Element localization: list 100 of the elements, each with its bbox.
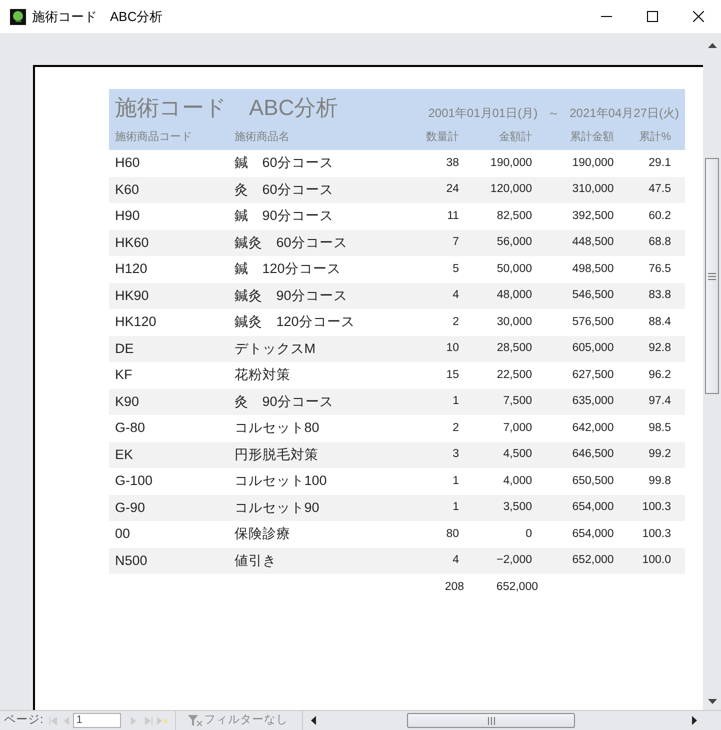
table-cell-text: 190,000 — [489, 156, 532, 171]
table-cell-text: 654,000 — [571, 500, 614, 516]
table-cell-text: 100.0 — [641, 553, 672, 568]
table-cell-text: 576,500 — [571, 314, 614, 330]
table-cell-text: 68.8 — [648, 235, 672, 250]
table-cell-text: 80 — [445, 526, 460, 542]
table-cell-text: 0 — [524, 526, 532, 542]
table-cell-text: 96.2 — [648, 368, 672, 383]
column-header: 施術商品コード — [114, 130, 193, 145]
table-cell-text: 鍼灸 60分コース — [234, 234, 348, 252]
table-cell-text: 1 — [452, 474, 460, 489]
table-cell-text: 鍼灸 90分コース — [234, 286, 348, 305]
table-cell-text: 60.2 — [648, 208, 672, 224]
table-cell-text: 99.8 — [648, 474, 672, 489]
table-cell-text: 2 — [452, 314, 460, 330]
table-cell-text: 48,000 — [496, 288, 532, 304]
scroll-thumb[interactable] — [407, 713, 576, 728]
table-cell-text: 38 — [445, 156, 460, 171]
table-cell-text: 605,000 — [571, 341, 614, 356]
table-cell-text: 97.4 — [648, 394, 672, 410]
table-cell-text: K60 — [114, 180, 140, 199]
table-cell-text: G-80 — [114, 419, 146, 438]
app-icon — [10, 8, 26, 24]
table-cell-text: 646,500 — [571, 447, 614, 462]
total-cell-text: 652,000 — [495, 580, 538, 595]
table-cell-text: K90 — [114, 392, 140, 411]
table-cell-text: N500 — [114, 552, 148, 570]
table-cell-text: 546,500 — [571, 288, 614, 304]
table-cell-text: 56,000 — [496, 235, 532, 250]
table-cell-text: 627,500 — [571, 368, 614, 383]
table-cell-text: 灸 90分コース — [234, 392, 334, 411]
table-cell-text: 保険診療 — [234, 525, 292, 544]
table-cell-text: 47.5 — [648, 182, 672, 198]
column-header: 累計% — [638, 130, 672, 145]
table-cell-text: 120,000 — [489, 182, 532, 198]
table-cell-text: 635,000 — [571, 394, 614, 410]
table-cell-text: 92.8 — [648, 341, 672, 356]
table-cell-text: G-90 — [114, 498, 146, 517]
table-cell-text: 鍼 90分コース — [234, 207, 334, 226]
table-cell-text: 22,500 — [496, 368, 532, 383]
table-cell-text: 50,000 — [496, 262, 532, 277]
column-header: 数量計 — [425, 130, 460, 145]
table-cell-text: 鍼 60分コース — [234, 154, 334, 172]
table-cell-text: 100.3 — [641, 500, 672, 516]
table-cell-text: コルセット80 — [234, 419, 320, 438]
table-cell-text: デトックスM — [234, 340, 317, 358]
table-cell-text: 30,000 — [496, 314, 532, 330]
column-header: 金額計 — [498, 130, 532, 145]
table-cell-text: HK120 — [114, 313, 158, 332]
vertical-scrollbar[interactable] — [703, 33, 721, 710]
column-header: 累計金額 — [568, 130, 614, 145]
table-cell-text: 448,500 — [571, 235, 614, 250]
table-cell-text: 4 — [452, 553, 460, 568]
scroll-down-icon[interactable] — [708, 699, 716, 704]
table-cell-text: 4,500 — [502, 447, 532, 462]
table-cell-text: 652,000 — [571, 553, 614, 568]
table-cell-text: 4 — [452, 288, 460, 304]
page-label: ページ: — [4, 712, 44, 728]
date-text: 2021年04月27日(火) — [570, 105, 679, 122]
table-cell-text: コルセット90 — [234, 498, 320, 517]
table-cell-text: KF — [114, 366, 134, 384]
table-cell-text: 642,000 — [571, 420, 614, 436]
table-cell-text: 花粉対策 — [234, 366, 292, 384]
date-separator: ～ — [548, 105, 560, 122]
scroll-up-icon[interactable] — [708, 43, 716, 48]
maximize-icon[interactable] — [646, 11, 658, 22]
table-cell-text: 5 — [452, 262, 460, 277]
page-number-field[interactable]: 1 — [73, 713, 122, 728]
table-cell-text: 99.2 — [648, 447, 672, 462]
table-cell-text: HK90 — [114, 286, 150, 305]
scroll-left-icon[interactable] — [311, 716, 316, 725]
scroll-right-icon[interactable] — [692, 716, 697, 725]
report-title: 施術コード ABC分析 — [114, 94, 338, 122]
table-cell-text: コルセット100 — [234, 472, 328, 490]
table-cell-text: 98.5 — [648, 420, 672, 436]
table-cell-text: 3 — [452, 447, 460, 462]
table-cell-text: 7,500 — [502, 394, 532, 410]
table-cell-text: 28,500 — [496, 341, 532, 356]
table-cell-text: HK60 — [114, 234, 150, 252]
table-cell-text: DE — [114, 340, 135, 358]
table-cell-text: EK — [114, 446, 134, 464]
filter-icon[interactable] — [188, 714, 202, 726]
close-icon[interactable] — [692, 11, 704, 22]
table-cell-text: 190,000 — [571, 156, 614, 171]
table-cell-text: 鍼 120分コース — [234, 260, 342, 278]
table-cell-text: 11 — [446, 208, 460, 224]
table-cell-text: 値引き — [234, 552, 278, 570]
table-cell-text: 83.8 — [648, 288, 672, 304]
table-cell-text: 654,000 — [571, 526, 614, 542]
scroll-thumb[interactable] — [705, 158, 719, 394]
table-cell-text: 498,500 — [571, 262, 614, 277]
table-cell-text: 82,500 — [496, 208, 532, 224]
table-cell-text: H60 — [114, 154, 141, 172]
table-cell-text: −2,000 — [496, 553, 532, 568]
table-cell-text: H120 — [114, 260, 148, 278]
table-cell-text: 29.1 — [648, 156, 672, 171]
column-header: 施術商品名 — [234, 130, 290, 145]
table-cell-text: 100.3 — [641, 526, 672, 542]
table-cell-text: 392,500 — [571, 208, 614, 224]
table-cell-text: H90 — [114, 207, 141, 226]
